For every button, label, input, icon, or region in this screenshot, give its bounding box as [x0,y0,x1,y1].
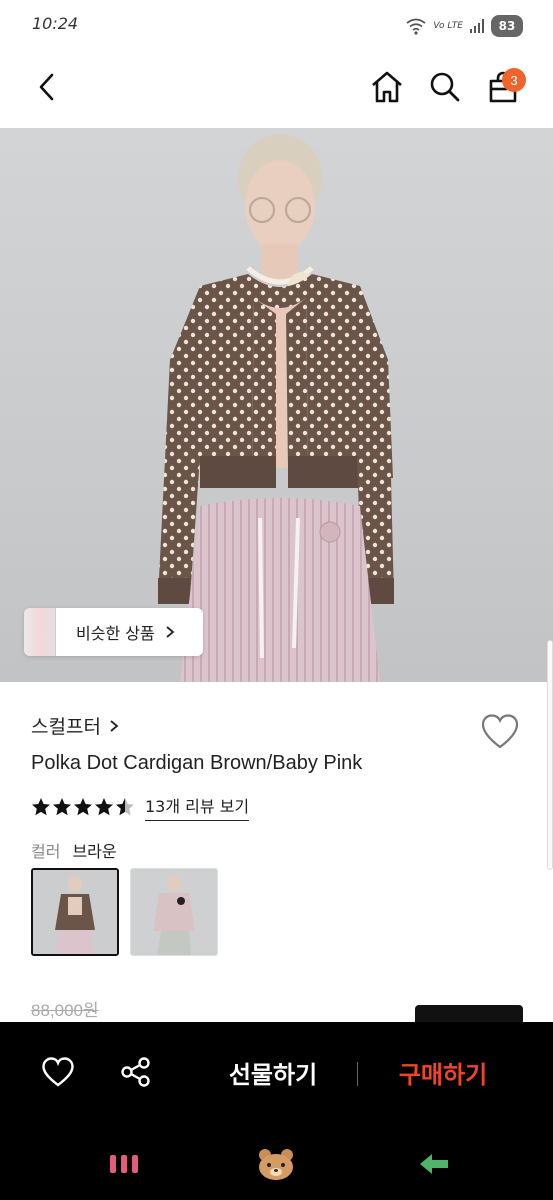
rating-row: 13개 리뷰 보기 [31,793,250,821]
review-link[interactable]: 13개 리뷰 보기 [145,793,250,821]
half-star-icon [116,798,134,816]
status-bar: 10:24 Vo LTE 83 [0,0,553,52]
battery-icon: 83 [491,15,523,37]
app-header: 3 [0,52,553,128]
wifi-icon [406,18,426,35]
back-arrow-icon [420,1154,448,1174]
star-icon [53,798,71,816]
back-nav-button[interactable] [414,1146,454,1182]
search-icon [430,72,460,102]
color-value: 브라운 [72,842,117,861]
original-price: 88,000원 [31,1001,99,1020]
coupon-button[interactable] [415,1005,523,1023]
product-name: Polka Dot Cardigan Brown/Baby Pink [31,752,363,774]
bottom-wishlist-button[interactable] [38,1052,78,1092]
gift-button[interactable]: 선물하기 [206,1052,340,1092]
recent-apps-icon [110,1155,138,1173]
back-button[interactable] [22,62,72,112]
brand-link[interactable]: 스컬프터 [31,712,119,739]
home-icon [372,71,402,103]
heart-icon [42,1057,74,1087]
bottom-action-bar: 선물하기 구매하기 [0,1022,553,1130]
home-nav-button[interactable] [256,1146,296,1182]
brown-swatch-image [33,870,117,954]
color-option-brown[interactable] [31,868,119,956]
recent-apps-button[interactable] [104,1146,144,1182]
similar-products-text: 비슷한 상품 [76,624,155,643]
chevron-left-icon [39,73,54,101]
model-photo [158,134,394,682]
network-label: Vo LTE [433,21,463,31]
cart-count-badge: 3 [502,68,526,92]
rating-stars [31,797,135,817]
similar-thumbnail [24,608,56,656]
buy-button[interactable]: 구매하기 [376,1052,510,1092]
color-label: 컬러 [31,842,61,861]
share-icon [121,1057,150,1087]
bear-home-icon [259,1149,293,1180]
system-nav-bar [0,1130,553,1200]
signal-icon [470,19,484,33]
color-option-pink[interactable] [130,868,218,956]
similar-products-label: 비슷한 상품 [56,608,203,656]
share-button[interactable] [116,1052,156,1092]
cart-button[interactable]: 3 [478,62,528,112]
status-icons: Vo LTE 83 [405,14,523,38]
brand-name: 스컬프터 [31,716,101,738]
scroll-indicator[interactable] [547,640,553,870]
pink-swatch-image [131,869,217,955]
product-image[interactable]: 비슷한 상품 [0,128,553,682]
color-row: 컬러 브라운 [31,838,117,862]
search-button[interactable] [420,62,470,112]
similar-products-button[interactable]: 비슷한 상품 [24,608,203,656]
wishlist-button[interactable] [480,712,520,752]
heart-icon [481,714,519,749]
star-icon [32,798,50,816]
home-button[interactable] [362,62,412,112]
status-time: 10:24 [32,14,79,33]
chevron-right-icon [166,626,175,638]
star-icon [95,798,113,816]
chevron-right-icon [110,719,119,732]
star-icon [74,798,92,816]
divider [357,1062,358,1086]
